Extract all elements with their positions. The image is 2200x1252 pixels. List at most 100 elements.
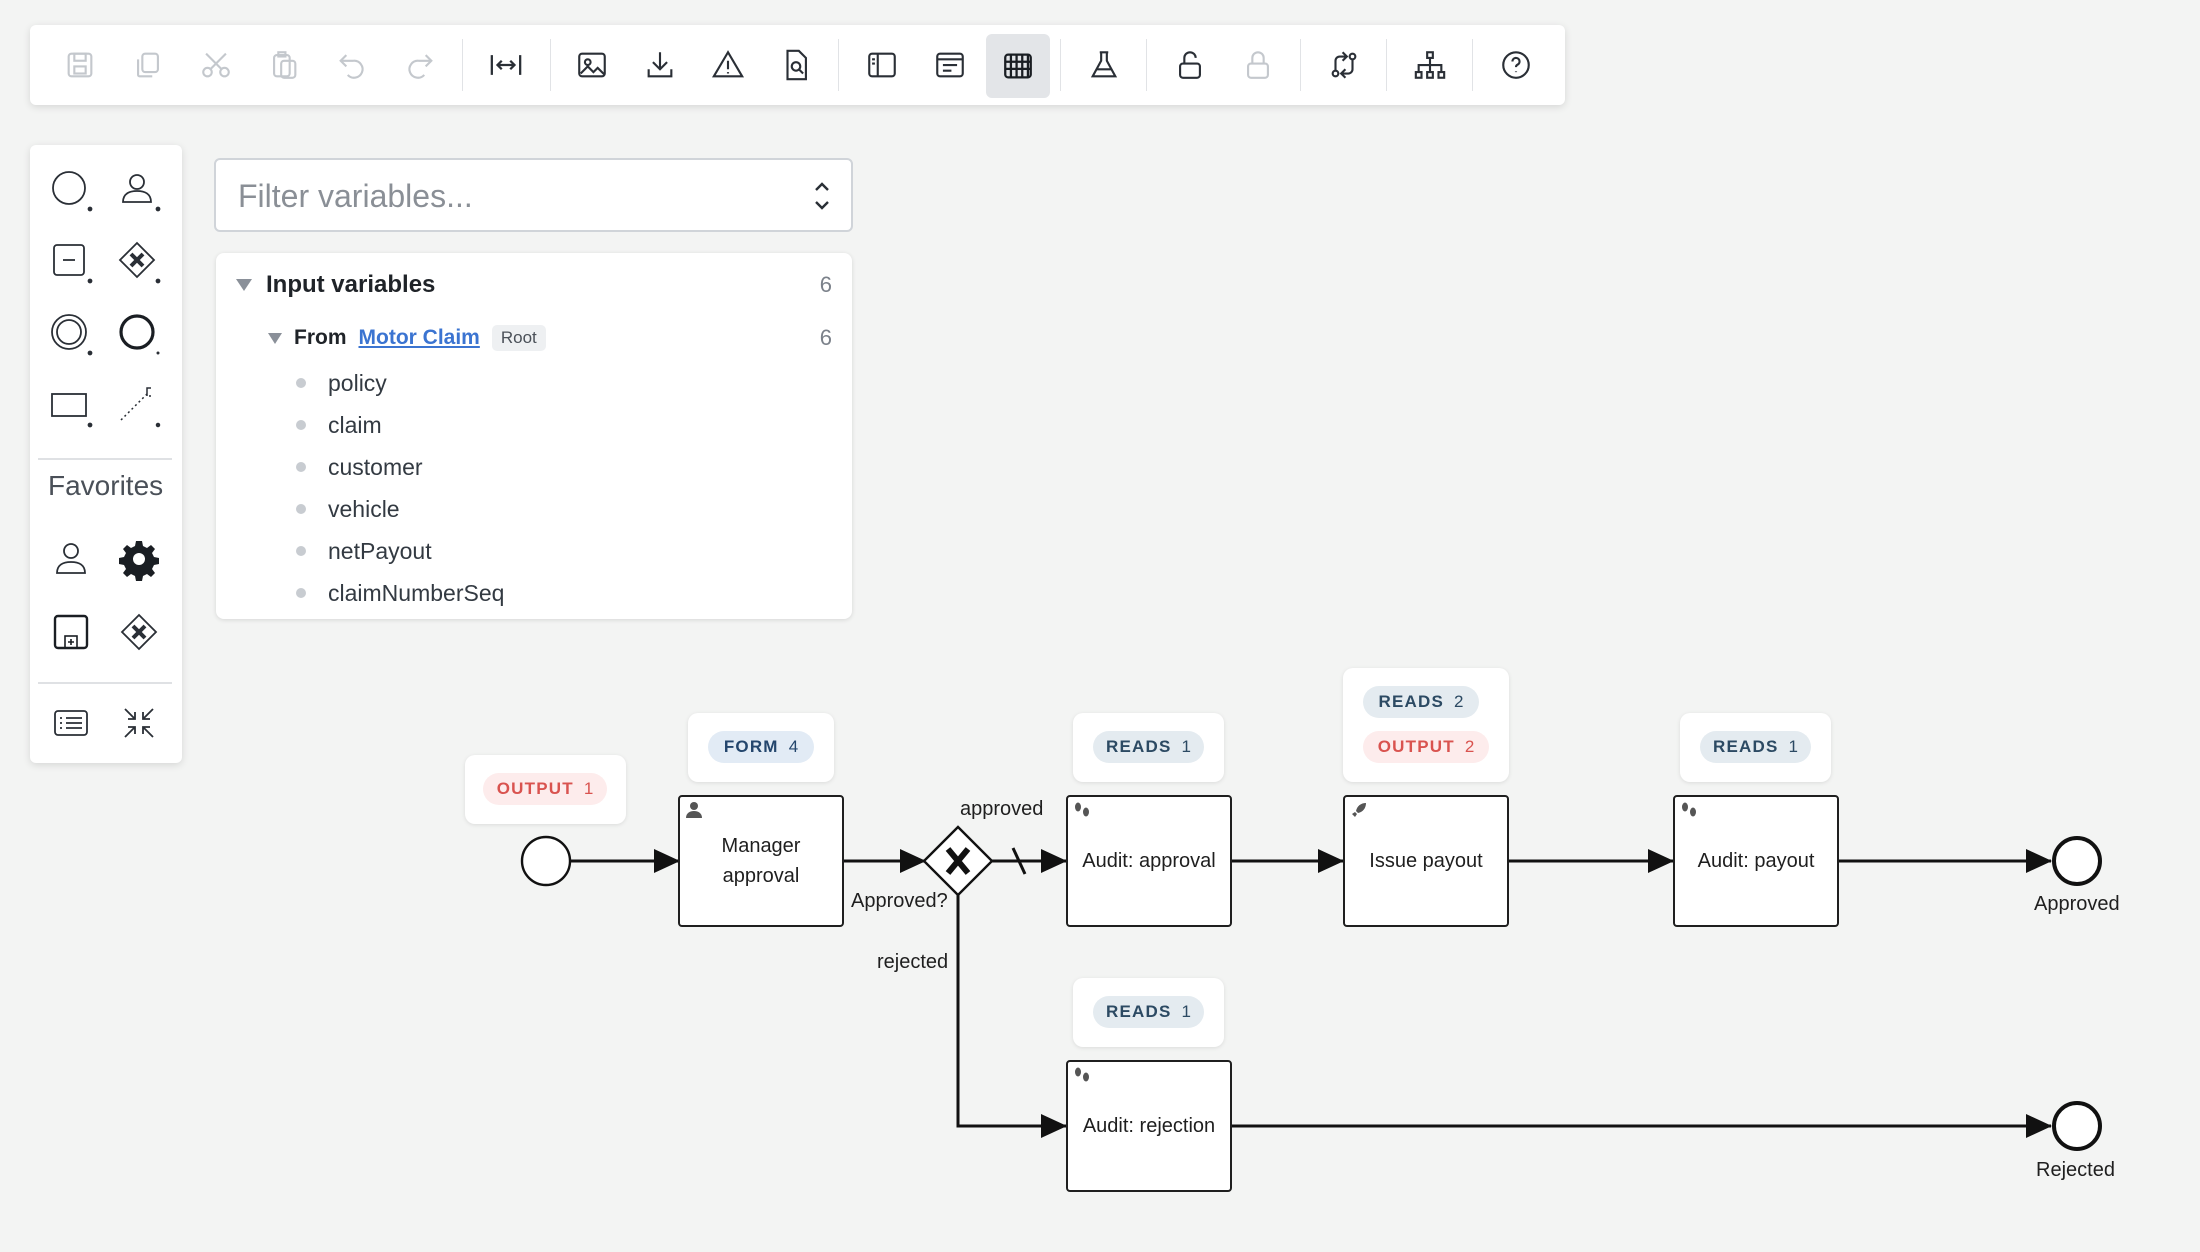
paste-icon [273, 51, 297, 79]
start-event-icon [52, 171, 93, 212]
list-item[interactable]: vehicle [296, 488, 504, 530]
palette-user-task[interactable] [114, 165, 164, 215]
save-button[interactable] [58, 43, 102, 87]
variable-list: policy claim customer vehicle netPayout … [296, 362, 504, 614]
toolbar-divider [1060, 39, 1061, 91]
favorite-gateway[interactable] [114, 607, 164, 657]
search-document-button[interactable] [774, 43, 818, 87]
task-manager-approval[interactable]: Manager approval [678, 795, 844, 927]
rocket-icon [1352, 803, 1366, 817]
bullet-icon [296, 588, 306, 598]
help-button[interactable] [1494, 43, 1538, 87]
flow-rejected[interactable] [956, 894, 1067, 1138]
input-variables-count: 6 [819, 272, 832, 297]
grid-button[interactable] [986, 34, 1050, 98]
hierarchy-button[interactable] [1408, 43, 1452, 87]
palette-intermediate-event[interactable] [46, 309, 96, 359]
lock-button[interactable] [1236, 43, 1280, 87]
user-icon [686, 802, 702, 818]
badge-count: 2 [1454, 692, 1464, 711]
input-variables-title: Input variables [266, 271, 436, 298]
toolbar-divider [1472, 39, 1473, 91]
collapse-triangle-icon [268, 332, 282, 344]
subprocess-icon [53, 244, 93, 284]
bullet-icon [296, 504, 306, 514]
palette-subprocess[interactable] [46, 237, 96, 287]
bullet-icon [296, 546, 306, 556]
palette-gateway[interactable] [114, 237, 164, 287]
filter-variables-select[interactable] [214, 158, 853, 232]
call-activity-icon [53, 614, 89, 650]
palette-start-event[interactable] [46, 165, 96, 215]
task-audit-rejection[interactable]: Audit: rejection [1066, 1060, 1232, 1192]
user-task-icon [56, 543, 86, 574]
form-button[interactable] [928, 43, 972, 87]
task-label: Audit: approval [1082, 850, 1216, 872]
exclusive-gateway[interactable] [922, 825, 994, 897]
toolbar-divider [550, 39, 551, 91]
lock-icon [1247, 51, 1269, 79]
reads-badge[interactable]: READS 2 [1363, 686, 1479, 718]
list-item[interactable]: netPayout [296, 530, 504, 572]
output-badge[interactable]: OUTPUT 2 [1363, 731, 1489, 763]
list-item[interactable]: customer [296, 446, 504, 488]
redo-button[interactable] [398, 43, 442, 87]
badge-label: READS [1378, 692, 1445, 711]
panel-icon [868, 52, 896, 78]
swap-flow-button[interactable] [1322, 43, 1366, 87]
download-button[interactable] [638, 43, 682, 87]
badge-count: 1 [1181, 1002, 1191, 1021]
favorite-user-task[interactable] [46, 534, 96, 584]
list-item[interactable]: claimNumberSeq [296, 572, 504, 614]
toolbar-divider [1146, 39, 1147, 91]
list-item[interactable]: policy [296, 362, 504, 404]
toolbar-divider [1300, 39, 1301, 91]
cut-icon [202, 52, 230, 78]
end-event-approved[interactable] [2052, 836, 2102, 886]
bullet-icon [296, 420, 306, 430]
cut-button[interactable] [194, 43, 238, 87]
motor-claim-link[interactable]: Motor Claim [359, 326, 480, 350]
palette-end-event[interactable] [114, 309, 164, 359]
panel-button[interactable] [860, 43, 904, 87]
reads-badge[interactable]: READS 1 [1093, 731, 1204, 763]
filter-variables-input[interactable] [236, 174, 780, 218]
export-image-button[interactable] [570, 43, 614, 87]
badge-count: 1 [1788, 737, 1798, 756]
reads-badge[interactable]: READS 1 [1700, 731, 1811, 763]
paste-button[interactable] [262, 43, 306, 87]
reads-badge[interactable]: READS 1 [1093, 996, 1204, 1028]
warnings-button[interactable] [706, 43, 750, 87]
unlock-button[interactable] [1168, 43, 1212, 87]
list-item[interactable]: claim [296, 404, 504, 446]
palette-connector[interactable] [114, 381, 164, 431]
task-issue-payout[interactable]: Issue payout [1343, 795, 1509, 927]
task-audit-approval[interactable]: Audit: approval [1066, 795, 1232, 927]
variable-name: policy [328, 369, 387, 396]
variable-name: claimNumberSeq [328, 579, 505, 606]
test-button[interactable] [1082, 43, 1126, 87]
list-view-button[interactable] [46, 698, 96, 748]
undo-button[interactable] [330, 43, 374, 87]
end-event-rejected[interactable] [2052, 1101, 2102, 1151]
fit-width-button[interactable] [484, 43, 528, 87]
palette-divider [38, 458, 172, 460]
output-badge[interactable]: OUTPUT 1 [483, 773, 607, 805]
gateway-icon [120, 613, 158, 651]
badge-label: FORM [723, 737, 779, 756]
from-group-header[interactable]: From Motor Claim Root [268, 325, 546, 351]
toolbar-divider [1386, 39, 1387, 91]
copy-button[interactable] [126, 43, 170, 87]
form-badge[interactable]: FORM 4 [708, 731, 814, 763]
footprints-icon [1075, 802, 1089, 817]
badge-count: 2 [1464, 737, 1475, 756]
palette-pool[interactable] [46, 381, 96, 431]
task-audit-payout[interactable]: Audit: payout [1673, 795, 1839, 927]
collapse-button[interactable] [114, 698, 164, 748]
start-event[interactable] [520, 835, 572, 887]
task-label: Audit: rejection [1082, 1115, 1216, 1137]
favorite-service-task[interactable] [114, 534, 164, 584]
input-variables-header[interactable]: Input variables [236, 271, 435, 299]
favorite-call-activity[interactable] [46, 607, 96, 657]
badge-count: 4 [788, 737, 799, 756]
